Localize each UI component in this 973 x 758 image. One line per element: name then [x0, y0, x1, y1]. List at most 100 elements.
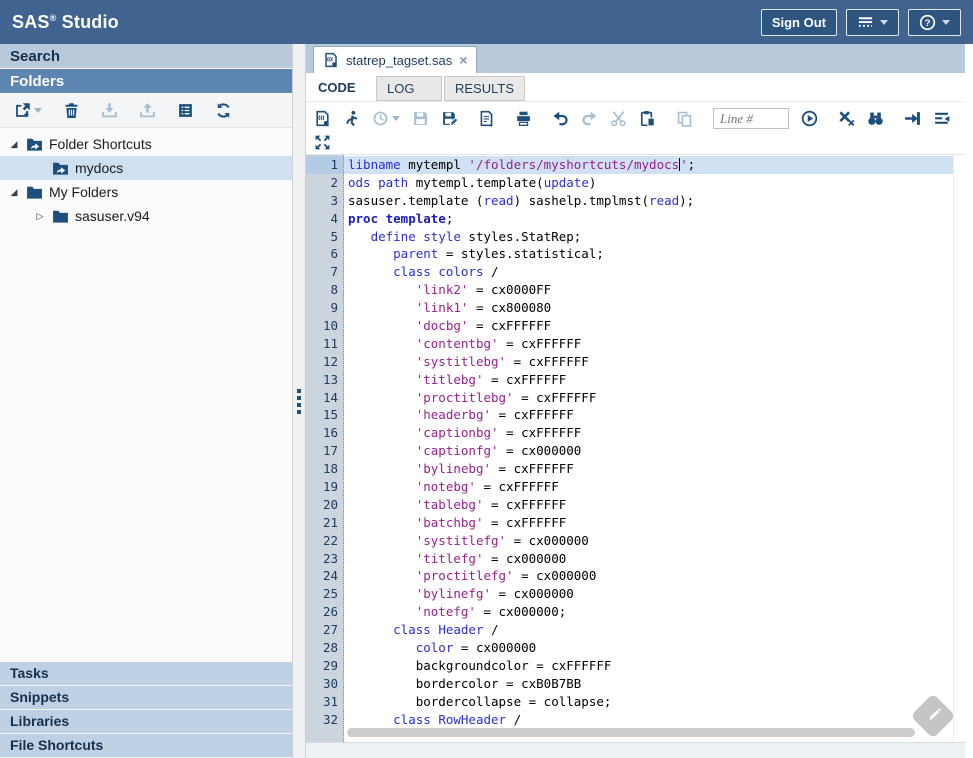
sidebar-section-file-shortcuts[interactable]: File Shortcuts: [0, 734, 292, 758]
cut-icon: [610, 110, 627, 127]
code-line-1[interactable]: libname mytempl '/folders/myshortcuts/my…: [344, 156, 953, 174]
code-line-6[interactable]: parent = styles.statistical;: [344, 245, 953, 263]
code-line-28[interactable]: color = cx000000: [344, 639, 953, 657]
sidebar-section-libraries[interactable]: Libraries: [0, 710, 292, 734]
code-line-32[interactable]: class RowHeader /: [344, 711, 953, 729]
refresh-button[interactable]: [215, 102, 232, 119]
run-button[interactable]: [343, 110, 360, 127]
sign-out-button[interactable]: Sign Out: [761, 9, 837, 36]
go-to-region-button[interactable]: [904, 110, 921, 127]
code-line-11[interactable]: 'contentbg' = cxFFFFFF: [344, 335, 953, 353]
clear-code-button[interactable]: [838, 110, 855, 127]
tree-expanded-icon[interactable]: ◢: [8, 187, 20, 198]
maximize-icon: [314, 134, 331, 151]
undo-button[interactable]: [552, 110, 569, 127]
code-line-30[interactable]: bordercolor = cxB0B7BB: [344, 675, 953, 693]
format-code-button[interactable]: [933, 110, 950, 127]
code-line-3[interactable]: sasuser.template (read) sashelp.tmplmst(…: [344, 192, 953, 210]
code-line-29[interactable]: backgroundcolor = cxFFFFFF: [344, 657, 953, 675]
line-number: 17: [306, 442, 343, 460]
tree-collapsed-icon[interactable]: ▷: [34, 211, 46, 222]
cut-button: [610, 110, 627, 127]
search-section-header[interactable]: Search: [0, 44, 292, 69]
tab-statrep-tagset[interactable]: statrep_tagset.sas ×: [313, 46, 477, 73]
folders-section-header[interactable]: Folders: [0, 69, 292, 94]
tab-close-icon[interactable]: ×: [459, 53, 467, 67]
line-number: 19: [306, 478, 343, 496]
code-line-18[interactable]: 'bylinebg' = cxFFFFFF: [344, 460, 953, 478]
submission-history-button: [372, 110, 400, 127]
line-number: 3: [306, 192, 343, 210]
code-line-21[interactable]: 'batchbg' = cxFFFFFF: [344, 514, 953, 532]
line-number: 25: [306, 585, 343, 603]
code-line-14[interactable]: 'proctitlebg' = cxFFFFFF: [344, 389, 953, 407]
code-pane[interactable]: libname mytempl '/folders/myshortcuts/my…: [344, 155, 953, 742]
code-line-25[interactable]: 'bylinefg' = cx000000: [344, 585, 953, 603]
tree-item-mydocs[interactable]: mydocs: [0, 156, 292, 180]
sidebar-section-snippets[interactable]: Snippets: [0, 686, 292, 710]
goto-line-input[interactable]: [713, 108, 789, 129]
code-line-7[interactable]: class colors /: [344, 263, 953, 281]
caret-down-icon: [34, 108, 42, 113]
save-as-button[interactable]: [441, 110, 458, 127]
line-number: 13: [306, 371, 343, 389]
vertical-scrollbar[interactable]: [953, 155, 965, 742]
tab-code[interactable]: CODE: [308, 76, 374, 101]
horizontal-scrollbar-thumb[interactable]: [347, 728, 915, 737]
properties-button[interactable]: [177, 102, 194, 119]
code-line-22[interactable]: 'systitlefg' = cx000000: [344, 532, 953, 550]
tree-item-sasuser-v94[interactable]: ▷ sasuser.v94: [0, 204, 292, 228]
tab-log[interactable]: LOG: [376, 76, 442, 101]
history-icon: [372, 110, 389, 127]
code-line-24[interactable]: 'proctitlefg' = cx000000: [344, 567, 953, 585]
code-line-9[interactable]: 'link1' = cx800080: [344, 299, 953, 317]
tab-label: statrep_tagset.sas: [346, 53, 452, 68]
code-line-27[interactable]: class Header /: [344, 621, 953, 639]
download-button: [101, 102, 118, 119]
print-icon: [515, 110, 532, 127]
sas-program-button[interactable]: [314, 110, 331, 127]
sidebar-splitter[interactable]: [292, 44, 306, 758]
code-line-4[interactable]: proc template;: [344, 210, 953, 228]
sidebar-section-tasks[interactable]: Tasks: [0, 662, 292, 686]
navigation-sidebar: Search Folders ◢Folder Shortcuts mydocs ◢ M…: [0, 44, 292, 758]
code-line-17[interactable]: 'captionfg' = cx000000: [344, 442, 953, 460]
maximize-view-button[interactable]: [314, 134, 331, 151]
code-line-19[interactable]: 'notebg' = cxFFFFFF: [344, 478, 953, 496]
code-line-20[interactable]: 'tablebg' = cxFFFFFF: [344, 496, 953, 514]
code-line-16[interactable]: 'captionbg' = cxFFFFFF: [344, 424, 953, 442]
tree-item-my-folders[interactable]: ◢ My Folders: [0, 180, 292, 204]
code-line-31[interactable]: bordercollapse = collapse;: [344, 693, 953, 711]
paste-button[interactable]: [639, 110, 656, 127]
help-icon: ?: [919, 14, 936, 31]
folders-toolbar: [0, 94, 292, 128]
tree-item-folder-shortcuts[interactable]: ◢Folder Shortcuts: [0, 132, 292, 156]
print-button[interactable]: [515, 110, 532, 127]
goto-line-button[interactable]: [801, 110, 818, 127]
code-line-2[interactable]: ods path mytempl.template(update): [344, 174, 953, 192]
line-number: 10: [306, 317, 343, 335]
code-line-10[interactable]: 'docbg' = cxFFFFFF: [344, 317, 953, 335]
code-line-26[interactable]: 'notefg' = cx000000;: [344, 603, 953, 621]
line-number: 15: [306, 406, 343, 424]
delete-button[interactable]: [63, 102, 80, 119]
tree-item-label: My Folders: [49, 184, 118, 200]
help-button[interactable]: ?: [908, 9, 961, 36]
application-menu-button[interactable]: [846, 9, 899, 36]
find-replace-button[interactable]: [867, 110, 884, 127]
new-item-button[interactable]: [14, 102, 42, 119]
tree-item-label: sasuser.v94: [75, 208, 150, 224]
code-editor[interactable]: 1234567891011121314151617181920212223242…: [306, 154, 965, 742]
code-line-13[interactable]: 'titlebg' = cxFFFFFF: [344, 371, 953, 389]
tree-item-label: mydocs: [75, 160, 123, 176]
horizontal-scrollbar[interactable]: [347, 728, 939, 738]
code-line-23[interactable]: 'titlefg' = cx000000: [344, 550, 953, 568]
tab-results[interactable]: RESULTS: [444, 76, 525, 101]
code-line-8[interactable]: 'link2' = cx0000FF: [344, 281, 953, 299]
code-line-15[interactable]: 'headerbg' = cxFFFFFF: [344, 406, 953, 424]
code-line-5[interactable]: define style styles.StatRep;: [344, 228, 953, 246]
tree-expanded-icon[interactable]: ◢: [8, 139, 20, 150]
code-line-12[interactable]: 'systitlebg' = cxFFFFFF: [344, 353, 953, 371]
program-summary-button[interactable]: ;: [478, 110, 495, 127]
line-number: 27: [306, 621, 343, 639]
